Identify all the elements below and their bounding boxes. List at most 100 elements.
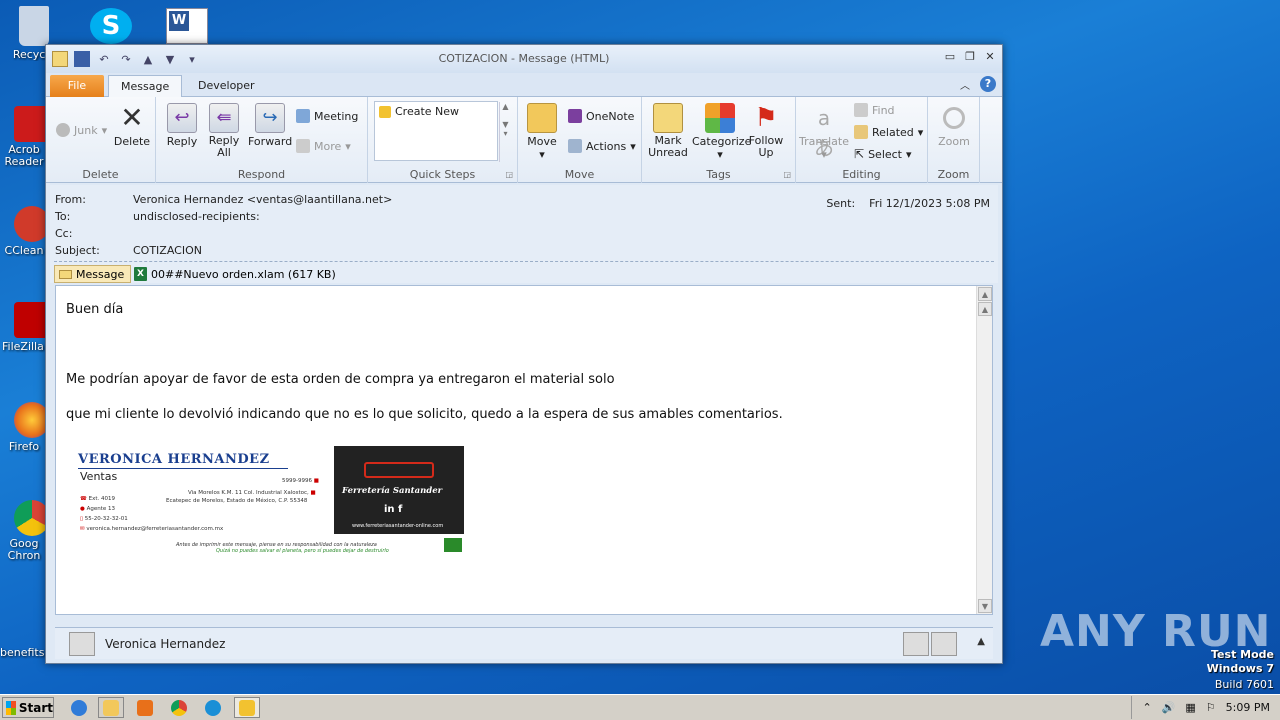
select-cursor-icon: ⇱ (854, 147, 865, 161)
sent-info: Sent: Fri 12/1/2023 5:08 PM (826, 197, 990, 210)
tab-file[interactable]: File (50, 75, 104, 97)
tags-dialog-launcher-icon[interactable]: ◲ (783, 170, 791, 179)
onenote-button[interactable]: OneNote (568, 109, 634, 123)
scroll-top-icon[interactable]: ▲ (978, 287, 992, 301)
zoom-button[interactable]: Zoom (932, 103, 976, 148)
network-icon[interactable]: ▦ (1185, 701, 1195, 714)
junk-label: Junk (74, 123, 98, 137)
help-icon[interactable]: ? (980, 76, 996, 92)
taskbar-chrome-icon[interactable] (166, 697, 192, 718)
meeting-icon (296, 109, 310, 123)
skype-icon[interactable]: S (90, 8, 132, 44)
translate-button[interactable]: aあ Translate ▾ (798, 103, 850, 161)
company-name: Ferretería Santander (342, 486, 443, 496)
cc-label: Cc: (55, 227, 73, 240)
people-avatar-1[interactable] (903, 632, 929, 656)
related-button[interactable]: Related ▾ (854, 125, 923, 139)
group-tags: Mark Unread Categorize ▾ ⚑ Follow Up Tags… (642, 97, 796, 183)
taskbar-explorer-icon[interactable] (98, 697, 124, 718)
related-icon (854, 125, 868, 139)
group-editing: aあ Translate ▾ Find Related ▾ ⇱ Select ▾ Ed… (796, 97, 928, 183)
window-controls: ▭ ❐ ✕ (942, 50, 998, 64)
signature-underline (78, 468, 288, 469)
reply-all-label: Reply All (208, 134, 240, 159)
junk-button[interactable]: Junk ▾ (56, 123, 107, 137)
message-tab-label: Message (76, 267, 125, 281)
tab-message[interactable]: Message (108, 75, 183, 97)
taskbar: Start ⌃ 🔊 ▦ ⚐ 5:09 PM (0, 694, 1280, 720)
follow-up-button[interactable]: ⚑ Follow Up (748, 103, 784, 159)
people-avatar-2[interactable] (931, 632, 957, 656)
ccleaner-label: CClean (4, 244, 44, 257)
contact-avatar[interactable] (69, 632, 95, 656)
reply-button[interactable]: ↩ Reply (164, 103, 200, 148)
taskbar-ie-icon[interactable] (66, 697, 92, 718)
mark-unread-button[interactable]: Mark Unread (646, 103, 690, 159)
actions-icon (568, 139, 582, 153)
categorize-label: Categorize (692, 135, 752, 148)
group-editing-label: Editing (842, 168, 881, 181)
message-view-tab[interactable]: Message (54, 265, 132, 283)
minimize-ribbon-icon[interactable]: ︿ (960, 77, 970, 92)
select-button[interactable]: ⇱ Select ▾ (854, 147, 912, 161)
minimize-icon[interactable]: ▭ (942, 50, 958, 64)
categorize-icon (705, 103, 735, 133)
create-new-quickstep[interactable]: Create New (379, 105, 459, 118)
reply-all-button[interactable]: ⇚ Reply All (206, 103, 242, 159)
reply-label: Reply (166, 135, 198, 148)
body-line-1: Me podrían apoyar de favor de esta orden… (66, 372, 615, 387)
tray-expand-icon[interactable]: ⌃ (1142, 701, 1151, 714)
benefits-file-label[interactable]: benefits (0, 646, 46, 659)
restore-icon[interactable]: ❐ (962, 50, 978, 64)
scroll-down-icon[interactable]: ▼ (978, 599, 992, 613)
tab-developer[interactable]: Developer (186, 75, 267, 97)
system-tray: ⌃ 🔊 ▦ ⚐ 5:09 PM (1131, 696, 1280, 719)
body-scrollbar[interactable]: ▲ ▲ ▼ (976, 286, 992, 614)
taskbar-media-icon[interactable] (132, 697, 158, 718)
taskbar-outlook-icon[interactable] (234, 697, 260, 718)
action-center-flag-icon[interactable]: ⚐ (1206, 701, 1216, 714)
signature-mobile: ▯ 55-20-32-32-01 (80, 516, 128, 522)
body-line-2: que mi cliente lo devolvió indicando que… (66, 407, 783, 422)
group-move: Move ▾ OneNote Actions ▾ Move (518, 97, 642, 183)
reply-all-icon: ⇚ (209, 103, 239, 133)
acrobat-reader-label: Acrob Reader (4, 144, 44, 168)
find-button[interactable]: Find (854, 103, 895, 117)
meeting-label: Meeting (314, 109, 359, 123)
message-header: From: Veronica Hernandez <ventas@laantil… (50, 185, 998, 283)
clock[interactable]: 5:09 PM (1226, 701, 1270, 714)
contact-name[interactable]: Veronica Hernandez (105, 637, 225, 651)
dialog-launcher-icon[interactable]: ◲ (505, 170, 513, 179)
categorize-button[interactable]: Categorize ▾ (692, 103, 752, 161)
delete-button[interactable]: ✕ Delete (112, 103, 152, 149)
onenote-icon (568, 109, 582, 123)
taskbar-edge-icon[interactable] (200, 697, 226, 718)
expand-pane-icon[interactable]: ▲ (977, 636, 985, 647)
windows-logo-icon (6, 700, 16, 715)
start-button[interactable]: Start (2, 697, 54, 718)
word-doc-icon[interactable]: W (166, 8, 208, 44)
close-icon[interactable]: ✕ (982, 50, 998, 64)
group-delete-label: Delete (82, 168, 119, 181)
reply-icon: ↩ (167, 103, 197, 133)
more-label: More (314, 139, 342, 153)
forward-label: Forward (248, 135, 293, 148)
forward-button[interactable]: ↪ Forward (248, 103, 292, 148)
message-body[interactable]: Buen día Me podrían apoyar de favor de e… (55, 285, 993, 615)
to-value[interactable]: undisclosed-recipients: (133, 210, 260, 223)
from-value[interactable]: Veronica Hernandez <ventas@laantillana.n… (133, 193, 392, 206)
actions-button[interactable]: Actions ▾ (568, 139, 636, 153)
signature-name: VERONICA HERNANDEZ (78, 452, 270, 467)
follow-up-label: Follow Up (748, 134, 784, 159)
group-quick-steps: Create New ▲ ▼ ▾ Quick Steps ◲ (368, 97, 518, 183)
scroll-up-icon[interactable]: ▲ (978, 302, 992, 316)
meeting-button[interactable]: Meeting (296, 109, 358, 123)
more-button[interactable]: More ▾ (296, 139, 351, 153)
attachment-item[interactable]: X 00##Nuevo orden.xlam (617 KB) (134, 267, 336, 281)
to-label: To: (55, 210, 71, 223)
volume-icon[interactable]: 🔊 (1162, 701, 1176, 714)
move-button[interactable]: Move ▾ (524, 103, 560, 161)
delete-label: Delete (113, 135, 151, 148)
quick-steps-scroll[interactable]: ▲ ▼ ▾ (499, 102, 511, 162)
translate-label: Translate (799, 135, 849, 148)
